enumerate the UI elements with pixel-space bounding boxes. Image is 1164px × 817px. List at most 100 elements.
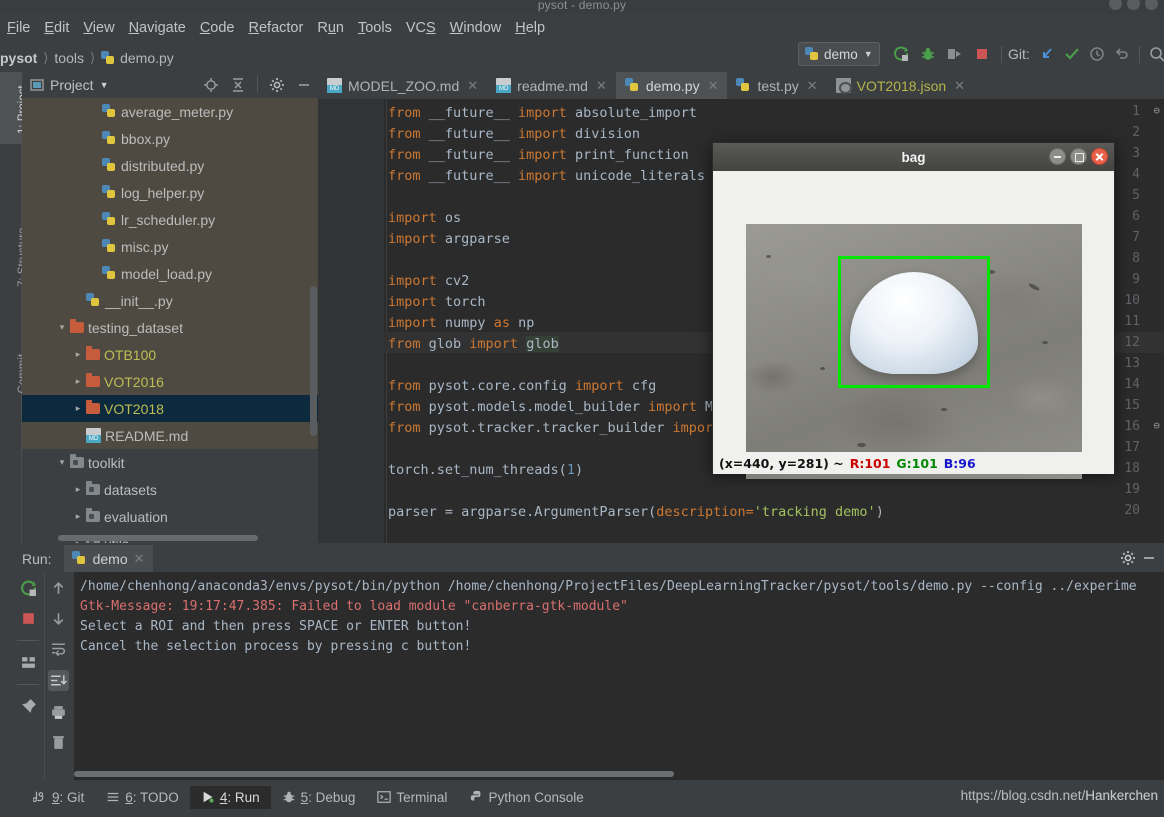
code-line[interactable]: import numpy as np	[388, 313, 534, 334]
tree-item-distributed-py[interactable]: distributed.py	[22, 152, 318, 179]
commit-icon[interactable]	[1064, 46, 1080, 62]
tree-item-log-helper-py[interactable]: log_helper.py	[22, 179, 318, 206]
close-icon[interactable]: ✕	[596, 78, 607, 94]
chevron-down-icon[interactable]: ▾	[54, 322, 70, 333]
menu-item-help[interactable]: Help	[508, 18, 552, 38]
maximize-icon[interactable]	[1070, 148, 1087, 165]
chevron-down-icon[interactable]: ▼	[864, 49, 873, 59]
tree-item-model-load-py[interactable]: model_load.py	[22, 260, 318, 287]
menu-item-file[interactable]: File	[0, 18, 37, 38]
down-arrow-icon[interactable]	[50, 610, 67, 627]
editor-tab-vot2018-json[interactable]: VOT2018.json ✕	[827, 72, 974, 99]
close-icon[interactable]: ✕	[807, 78, 818, 94]
code-line[interactable]: parser = argparse.ArgumentParser(descrip…	[388, 502, 884, 523]
code-line[interactable]: from __future__ import unicode_literals	[388, 166, 705, 187]
chevron-down-icon[interactable]: ▾	[54, 457, 70, 468]
window-minimize-icon[interactable]	[1109, 0, 1122, 10]
project-tree[interactable]: average_meter.py bbox.py distributed.py log…	[22, 98, 318, 543]
run-icon[interactable]	[893, 46, 909, 62]
tree-item-datasets[interactable]: ▸ datasets	[22, 476, 318, 503]
up-arrow-icon[interactable]	[50, 580, 67, 597]
code-line[interactable]: from __future__ import print_function	[388, 145, 689, 166]
menu-item-view[interactable]: View	[76, 18, 121, 38]
minimize-icon[interactable]	[1049, 148, 1066, 165]
tracking-bounding-box[interactable]	[838, 255, 990, 389]
code-line[interactable]: import torch	[388, 292, 486, 313]
close-icon[interactable]: ✕	[708, 78, 719, 94]
tree-item-misc-py[interactable]: misc.py	[22, 233, 318, 260]
menu-item-code[interactable]: Code	[193, 18, 242, 38]
tree-item-evaluation[interactable]: ▸ evaluation	[22, 503, 318, 530]
breadcrumb-root[interactable]: pysot	[0, 50, 37, 66]
project-tree-hscrollbar[interactable]	[58, 535, 258, 541]
code-line[interactable]: from glob import glob	[388, 334, 559, 355]
chevron-right-icon[interactable]: ▸	[70, 403, 86, 414]
tree-item-readme-md[interactable]: README.md	[22, 422, 318, 449]
window-close-icon[interactable]	[1145, 0, 1158, 10]
menu-item-tools[interactable]: Tools	[351, 18, 399, 38]
status-bar-git[interactable]: 9: Git	[22, 786, 95, 809]
window-controls[interactable]	[1109, 0, 1158, 10]
tree-item-toolkit[interactable]: ▾ toolkit	[22, 449, 318, 476]
breadcrumb-file[interactable]: demo.py	[120, 50, 174, 66]
rerun-icon[interactable]	[20, 580, 37, 597]
print-icon[interactable]	[50, 704, 67, 721]
close-icon[interactable]: ✕	[954, 78, 965, 94]
chevron-right-icon[interactable]: ▸	[70, 511, 86, 522]
hide-panel-icon[interactable]	[1141, 550, 1157, 566]
menu-item-edit[interactable]: Edit	[37, 18, 76, 38]
rollback-icon[interactable]	[1114, 46, 1130, 62]
tracking-frame-image[interactable]	[746, 224, 1082, 479]
editor-tab-readme-md[interactable]: readme.md ✕	[487, 72, 616, 99]
menu-item-refactor[interactable]: Refactor	[242, 18, 311, 38]
tree-item-lr-scheduler-py[interactable]: lr_scheduler.py	[22, 206, 318, 233]
gear-icon[interactable]	[269, 77, 285, 93]
editor-tab-model-zoo-md[interactable]: MODEL_ZOO.md ✕	[318, 72, 487, 99]
code-line[interactable]: torch.set_num_threads(1)	[388, 460, 583, 481]
chevron-down-icon[interactable]: ▼	[100, 80, 109, 90]
menu-item-run[interactable]: Run	[310, 18, 351, 38]
chevron-right-icon[interactable]: ▸	[70, 349, 86, 360]
chevron-right-icon[interactable]: ▸	[70, 484, 86, 495]
status-bar-terminal[interactable]: Terminal	[366, 786, 458, 809]
update-project-icon[interactable]	[1039, 46, 1055, 62]
close-icon[interactable]	[1091, 148, 1108, 165]
search-icon[interactable]	[1149, 46, 1164, 62]
history-icon[interactable]	[1089, 46, 1105, 62]
chevron-right-icon[interactable]: ▸	[70, 376, 86, 387]
editor-gutter[interactable]	[318, 99, 384, 543]
code-line[interactable]: from __future__ import division	[388, 124, 640, 145]
window-maximize-icon[interactable]	[1127, 0, 1140, 10]
code-line[interactable]: from pysot.tracker.tracker_builder impor…	[388, 418, 721, 439]
tree-item-bbox-py[interactable]: bbox.py	[22, 125, 318, 152]
pin-icon[interactable]	[20, 698, 37, 715]
run-console-output[interactable]: /home/chenhong/anaconda3/envs/pysot/bin/…	[74, 572, 1164, 780]
tree-item--init-py[interactable]: __init__.py	[22, 287, 318, 314]
status-bar-todo[interactable]: 6: TODO	[95, 786, 190, 809]
gear-icon[interactable]	[1120, 550, 1136, 566]
tree-item-vot2018[interactable]: ▸ VOT2018	[22, 395, 318, 422]
status-bar-debug[interactable]: 5: Debug	[271, 786, 367, 809]
console-hscrollbar[interactable]	[74, 771, 674, 777]
stop-icon[interactable]	[20, 610, 37, 627]
menu-item-vcs[interactable]: VCS	[399, 18, 443, 38]
tree-item-vot2016[interactable]: ▸ VOT2016	[22, 368, 318, 395]
code-line[interactable]: import argparse	[388, 229, 510, 250]
code-line[interactable]: from pysot.models.model_builder import M…	[388, 397, 721, 418]
tree-item-average-meter-py[interactable]: average_meter.py	[22, 98, 318, 125]
code-line[interactable]: import cv2	[388, 271, 469, 292]
layout-icon[interactable]	[20, 654, 37, 671]
editor-tab-test-py[interactable]: test.py ✕	[727, 72, 826, 99]
status-bar-run[interactable]: 4: Run	[189, 785, 271, 809]
scroll-to-end-icon[interactable]	[48, 670, 69, 691]
menu-item-navigate[interactable]: Navigate	[122, 18, 193, 38]
code-line[interactable]: from pysot.core.config import cfg	[388, 376, 656, 397]
editor-tab-demo-py[interactable]: demo.py ✕	[615, 72, 728, 99]
run-tab-demo[interactable]: demo ✕	[63, 545, 153, 572]
tree-item-testing-dataset[interactable]: ▾ testing_dataset	[22, 314, 318, 341]
run-configuration-selector[interactable]: demo ▼	[798, 42, 880, 66]
image-viewer-window[interactable]: bag (x=440, y=281) ~ R:101 G:101 B:96	[712, 142, 1115, 479]
code-line[interactable]: import os	[388, 208, 461, 229]
image-viewer-title-bar[interactable]: bag	[713, 143, 1114, 171]
stop-icon[interactable]	[974, 46, 990, 62]
